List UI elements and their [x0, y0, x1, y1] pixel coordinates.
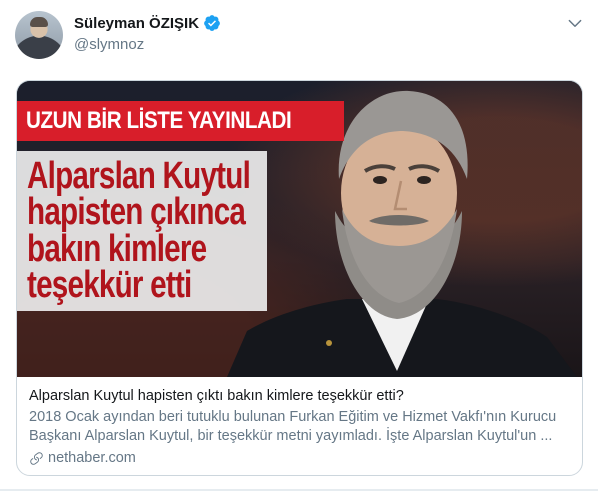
image-headline-line: Alparslan Kuytul: [27, 155, 251, 197]
author-display-name[interactable]: Süleyman ÖZIŞIK: [74, 15, 199, 32]
image-headline-line: bakın kimlere: [27, 228, 207, 270]
image-banner: UZUN BİR LİSTE YAYINLADI: [17, 101, 344, 141]
avatar[interactable]: [15, 11, 63, 59]
image-headline-line: hapisten çıkınca: [27, 191, 246, 233]
tweet[interactable]: Süleyman ÖZIŞIK @slymnoz UZUN BİR LİSTE …: [0, 0, 598, 491]
author-handle[interactable]: @slymnoz: [74, 36, 144, 53]
card-domain[interactable]: nethaber.com: [48, 449, 136, 468]
author-name-row[interactable]: Süleyman ÖZIŞIK: [74, 14, 221, 32]
card-text-block[interactable]: Alparslan Kuytul hapisten çıktı bakın ki…: [17, 377, 582, 468]
link-icon: [30, 452, 43, 465]
link-preview-card[interactable]: UZUN BİR LİSTE YAYINLADI Alparslan Kuytu…: [16, 80, 583, 476]
card-title[interactable]: Alparslan Kuytul hapisten çıktı bakın ki…: [29, 387, 570, 406]
verified-badge-icon: [204, 15, 220, 31]
avatar-hair: [30, 17, 48, 27]
image-headline-line: teşekkür etti: [27, 264, 192, 306]
card-domain-link[interactable]: nethaber.com: [29, 449, 570, 468]
chevron-down-icon[interactable]: [566, 14, 584, 32]
image-banner-text: UZUN BİR LİSTE YAYINLADI: [26, 107, 292, 134]
card-image[interactable]: UZUN BİR LİSTE YAYINLADI Alparslan Kuytu…: [17, 81, 582, 377]
card-description: 2018 Ocak ayından beri tutuklu bulunan F…: [29, 409, 557, 444]
